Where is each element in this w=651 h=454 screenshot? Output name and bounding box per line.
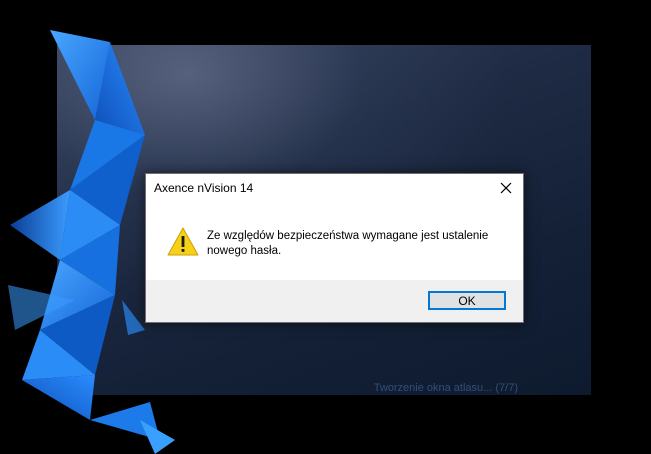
loading-status-text: Tworzenie okna atlasu... (7/7): [373, 382, 518, 394]
warning-icon: [167, 227, 199, 256]
dialog-body: Ze względów bezpieczeństwa wymagane jest…: [146, 202, 523, 282]
screen: Tworzenie okna atlasu... (7/7) Axence nV…: [0, 0, 651, 454]
dialog-title: Axence nVision 14: [154, 181, 254, 195]
dialog-titlebar: Axence nVision 14: [146, 174, 523, 202]
message-dialog: Axence nVision 14 Ze względów bezpieczeń…: [145, 173, 524, 323]
dialog-message: Ze względów bezpieczeństwa wymagane jest…: [207, 230, 489, 257]
dialog-footer: OK: [146, 280, 523, 322]
close-button[interactable]: [489, 174, 523, 202]
ok-button[interactable]: OK: [428, 291, 506, 310]
close-icon: [500, 182, 512, 194]
